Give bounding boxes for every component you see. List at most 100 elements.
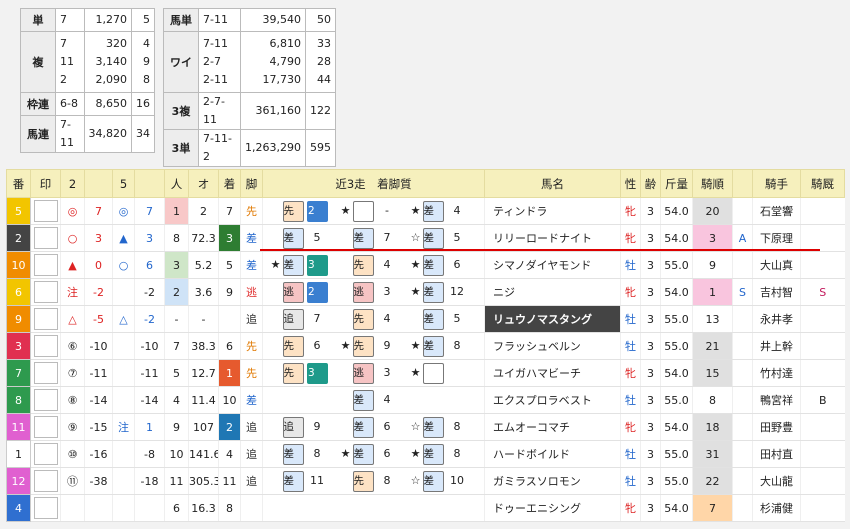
style-box: 先 xyxy=(352,308,374,330)
horse-name[interactable]: シマノダイヤモンド xyxy=(493,259,591,272)
jockey-name[interactable]: 井上幹 xyxy=(760,340,793,353)
mark-input[interactable] xyxy=(33,227,58,249)
horse-name[interactable]: リュウノマスタング xyxy=(493,313,592,326)
table-row[interactable]: 2 ○ 3 ▲ 3 8 72.3 3 差差 5差 7 ☆ 差 5 リリーロードナイト牝 3 54.0 3 A 下… xyxy=(6,224,845,252)
horse-number: 6 xyxy=(15,285,22,299)
horse-name[interactable]: エムオーコマチ xyxy=(493,421,570,434)
jockey-name[interactable]: 石堂響 xyxy=(760,205,793,218)
table-row[interactable]: 11 ⑨ -15 注 1 9 107 2 追追 9差 6 ☆ 差 8 エムオーコマチ牝 3 54.0 18 田… xyxy=(6,413,845,441)
mark-input[interactable] xyxy=(33,389,58,411)
jockey-name[interactable]: 永井孝 xyxy=(760,313,793,326)
horse-number: 11 xyxy=(11,420,26,434)
mark-input[interactable] xyxy=(33,416,58,438)
payout-amount: 8,650 xyxy=(95,97,128,110)
horse-name[interactable]: ティンドラ xyxy=(493,205,547,218)
payout-amount: 39,540 xyxy=(262,13,302,26)
payout-row-tan: 単 7 1,270 5 xyxy=(20,8,155,32)
jockey-name[interactable]: 大山真 xyxy=(760,259,793,272)
finish-box: 3 xyxy=(307,362,328,384)
jockey-rank: 22 xyxy=(705,474,720,488)
horse-name[interactable]: リリーロードナイト xyxy=(493,232,592,245)
jockey-name[interactable]: 田野豊 xyxy=(760,421,793,434)
payout-pop: 50 xyxy=(317,13,331,26)
finish-text: 6 xyxy=(383,447,391,460)
popularity: 11 xyxy=(169,474,184,488)
payout-pop: 16 xyxy=(136,97,150,110)
style-box: 差 xyxy=(352,389,374,411)
style-box: 先 xyxy=(352,470,374,492)
table-row[interactable]: 7 ⑦ -11 -11 5 12.7 1 先先 3逃 3 ★ ユイガハマビーチ牝 3 54.0 15 竹… xyxy=(6,359,845,387)
style-box: 先 xyxy=(282,200,304,222)
age: 3 xyxy=(647,339,654,353)
sex: 牝 xyxy=(625,367,636,380)
jockey-name[interactable]: 大山龍 xyxy=(760,475,793,488)
horse-name[interactable]: ハードボイルド xyxy=(493,448,570,461)
style-box xyxy=(422,362,444,384)
sex: 牝 xyxy=(625,286,636,299)
score-2: -38 xyxy=(89,474,108,488)
star-icon: ★ xyxy=(270,258,281,271)
finish-text: 5 xyxy=(453,312,461,325)
sex: 牡 xyxy=(625,475,636,488)
payout-amount: 34,820 xyxy=(88,127,128,140)
jockey-name[interactable]: 鴨宮祥 xyxy=(760,394,793,407)
jockey-name[interactable]: 田村直 xyxy=(760,448,793,461)
score-2: 3 xyxy=(95,231,102,245)
running-style: 先 xyxy=(246,205,257,218)
table-row[interactable]: 4 6 16.3 8 ドゥーエニシング 牝 3 54.0 7 杉浦健 xyxy=(6,494,845,522)
table-row[interactable]: 8 ⑧ -14 -14 4 11.4 10 差 差 4 エクスプロラベスト 牡 3 55.0 8 鴨宮祥… xyxy=(6,386,845,414)
payout-table-left: 単 7 1,270 5 複 7 11 2 320 3,140 2,090 4 9 8 枠連 6-8 8,650 1… xyxy=(20,8,155,153)
mark-input[interactable] xyxy=(33,470,58,492)
header-cell: 5 xyxy=(112,169,135,198)
mark-2: △ xyxy=(68,312,77,326)
payout-amount: 6,810 xyxy=(269,37,302,50)
table-row[interactable]: 9 △ -5 △ -2 - - 追 追 7 先 4 差 5 リュウノマスタング 牡 3 55.0 13 永井孝 xyxy=(6,305,845,333)
jockey-name[interactable]: 吉村智 xyxy=(760,286,793,299)
sex: 牡 xyxy=(625,340,636,353)
finish-text: 6 xyxy=(383,420,391,433)
recent-runs: 差 8 ★ 差 6 ★ 差 8 xyxy=(262,440,485,468)
style-box: 差 xyxy=(352,416,374,438)
mark-input[interactable] xyxy=(33,497,58,519)
horse-name[interactable]: ニジ xyxy=(493,286,515,299)
jockey-rank: 8 xyxy=(709,393,716,407)
jockey-name[interactable]: 下原理 xyxy=(760,232,793,245)
popularity: 5 xyxy=(173,366,180,380)
mark-input[interactable] xyxy=(33,200,58,222)
mark-input[interactable] xyxy=(33,308,58,330)
horse-name[interactable]: エクスプロラベスト xyxy=(493,394,592,407)
header-cell: 性 xyxy=(620,169,641,198)
mark-input[interactable] xyxy=(33,335,58,357)
finish-text: 8 xyxy=(453,447,461,460)
table-row[interactable]: 1 ⑩ -16 -8 10 141.6 4 追差 8 ★ 差 6 ★ 差 8 ハードボイルド牡 3 55.0… xyxy=(6,440,845,468)
mark-5: ▲ xyxy=(119,231,128,245)
odds: 5.2 xyxy=(194,258,213,272)
horse-name[interactable]: ガミラスソロモン xyxy=(493,475,581,488)
jockey-name[interactable]: 杉浦健 xyxy=(760,502,793,515)
payout-type: 馬単 xyxy=(163,8,199,32)
finish: 7 xyxy=(226,204,233,218)
table-row[interactable]: 10 ▲ 0 ○ 6 3 5.2 5 差 ★ 差 3先 4 ★ 差 6 シマノダイヤモンド牡 3 55.0 9 大… xyxy=(6,251,845,279)
mark-input[interactable] xyxy=(33,443,58,465)
mark-input[interactable] xyxy=(33,281,58,303)
age: 3 xyxy=(647,501,654,515)
table-row[interactable]: 12 ⑪ -38 -18 11 305.3 11 追差 11 先 8 ☆ 差 10 ガミラスソロモン牡… xyxy=(6,467,845,495)
mark-input[interactable] xyxy=(33,362,58,384)
running-style: 追 xyxy=(246,313,257,326)
table-row[interactable]: 3 ⑥ -10 -10 7 38.3 6 先先 6 ★ 先 9 ★ 差 8 フラッシュベルン牡 3 55.0… xyxy=(6,332,845,360)
finish-text: 8 xyxy=(313,447,321,460)
horse-name[interactable]: フラッシュベルン xyxy=(493,340,581,353)
weight: 55.0 xyxy=(664,339,689,353)
jockey-rank: 20 xyxy=(705,204,720,218)
table-row[interactable]: 6 注 -2 -2 2 3.6 9 逃逃 2逃 3 ★ 差 12 ニジ牝 3 54.0 1 S 吉村智 S xyxy=(6,278,845,306)
payout-pop: 28 xyxy=(317,55,331,68)
mark-input[interactable] xyxy=(33,254,58,276)
jockey-name[interactable]: 竹村達 xyxy=(760,367,793,380)
payout-row-sanpuku: 3複 2-7-11 361,160 122 xyxy=(163,92,336,130)
popularity: 2 xyxy=(173,285,180,299)
horse-name[interactable]: ドゥーエニシング xyxy=(493,502,581,515)
score-2: -11 xyxy=(89,366,108,380)
horse-name[interactable]: ユイガハマビーチ xyxy=(493,367,581,380)
table-row[interactable]: 5 ◎ 7 ◎ 7 1 2 7 先先 2 ★ - ★ 差 4 ティンドラ牝 3 54.0 20 石堂響 xyxy=(6,197,845,225)
style-box: 差 xyxy=(352,443,374,465)
